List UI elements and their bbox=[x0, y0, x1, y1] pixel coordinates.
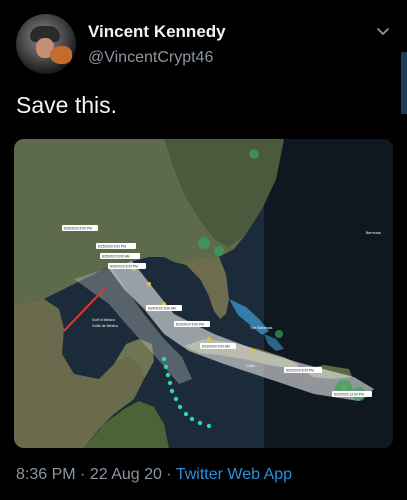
forecast-label: 8/25/2020 6:00 AM bbox=[102, 255, 130, 259]
map-place-cuba: Cuba bbox=[246, 364, 255, 368]
tweet-time[interactable]: 8:36 PM bbox=[16, 466, 76, 483]
forecast-label: 8/25/2020 6:00 PM bbox=[98, 245, 126, 249]
tweet-text: Save this. bbox=[16, 92, 117, 118]
chevron-down-icon[interactable] bbox=[375, 24, 391, 40]
tweet-source-link[interactable]: Twitter Web App bbox=[176, 466, 292, 483]
forecast-label: 8/24/2020 6:00 PM bbox=[110, 265, 138, 269]
forecast-label: 8/24/2020 6:00 AM bbox=[148, 307, 176, 311]
map-place-bermuda: Bermuda bbox=[366, 231, 381, 235]
forecast-label: 8/26/2020 6:00 PM bbox=[64, 227, 92, 231]
tweet-date[interactable]: 22 Aug 20 bbox=[90, 466, 162, 483]
map-place-bahamas: The Bahamas bbox=[250, 326, 273, 330]
scroll-edge bbox=[401, 52, 407, 114]
forecast-label: 8/22/2020 12:00 PM bbox=[334, 393, 364, 397]
separator: · bbox=[80, 466, 86, 483]
forecast-label: 8/23/2020 6:00 AM bbox=[202, 345, 230, 349]
separator: · bbox=[166, 466, 172, 483]
tweet-media-map[interactable]: 8/26/2020 6:00 PM 8/25/2020 6:00 PM 8/25… bbox=[14, 139, 393, 448]
map-place-gulf: Gulf of Mexico bbox=[92, 318, 115, 322]
display-name[interactable]: Vincent Kennedy bbox=[88, 22, 226, 42]
user-handle[interactable]: @VincentCrypt46 bbox=[88, 49, 213, 67]
map-place-golfo: Golfo de Mexico bbox=[92, 324, 118, 328]
avatar[interactable] bbox=[16, 14, 76, 74]
forecast-label: 8/23/2020 6:00 PM bbox=[176, 323, 204, 327]
tweet-timestamp: 8:36 PM · 22 Aug 20 · Twitter Web App bbox=[16, 466, 292, 484]
forecast-label: 8/22/2020 6:00 PM bbox=[286, 369, 314, 373]
